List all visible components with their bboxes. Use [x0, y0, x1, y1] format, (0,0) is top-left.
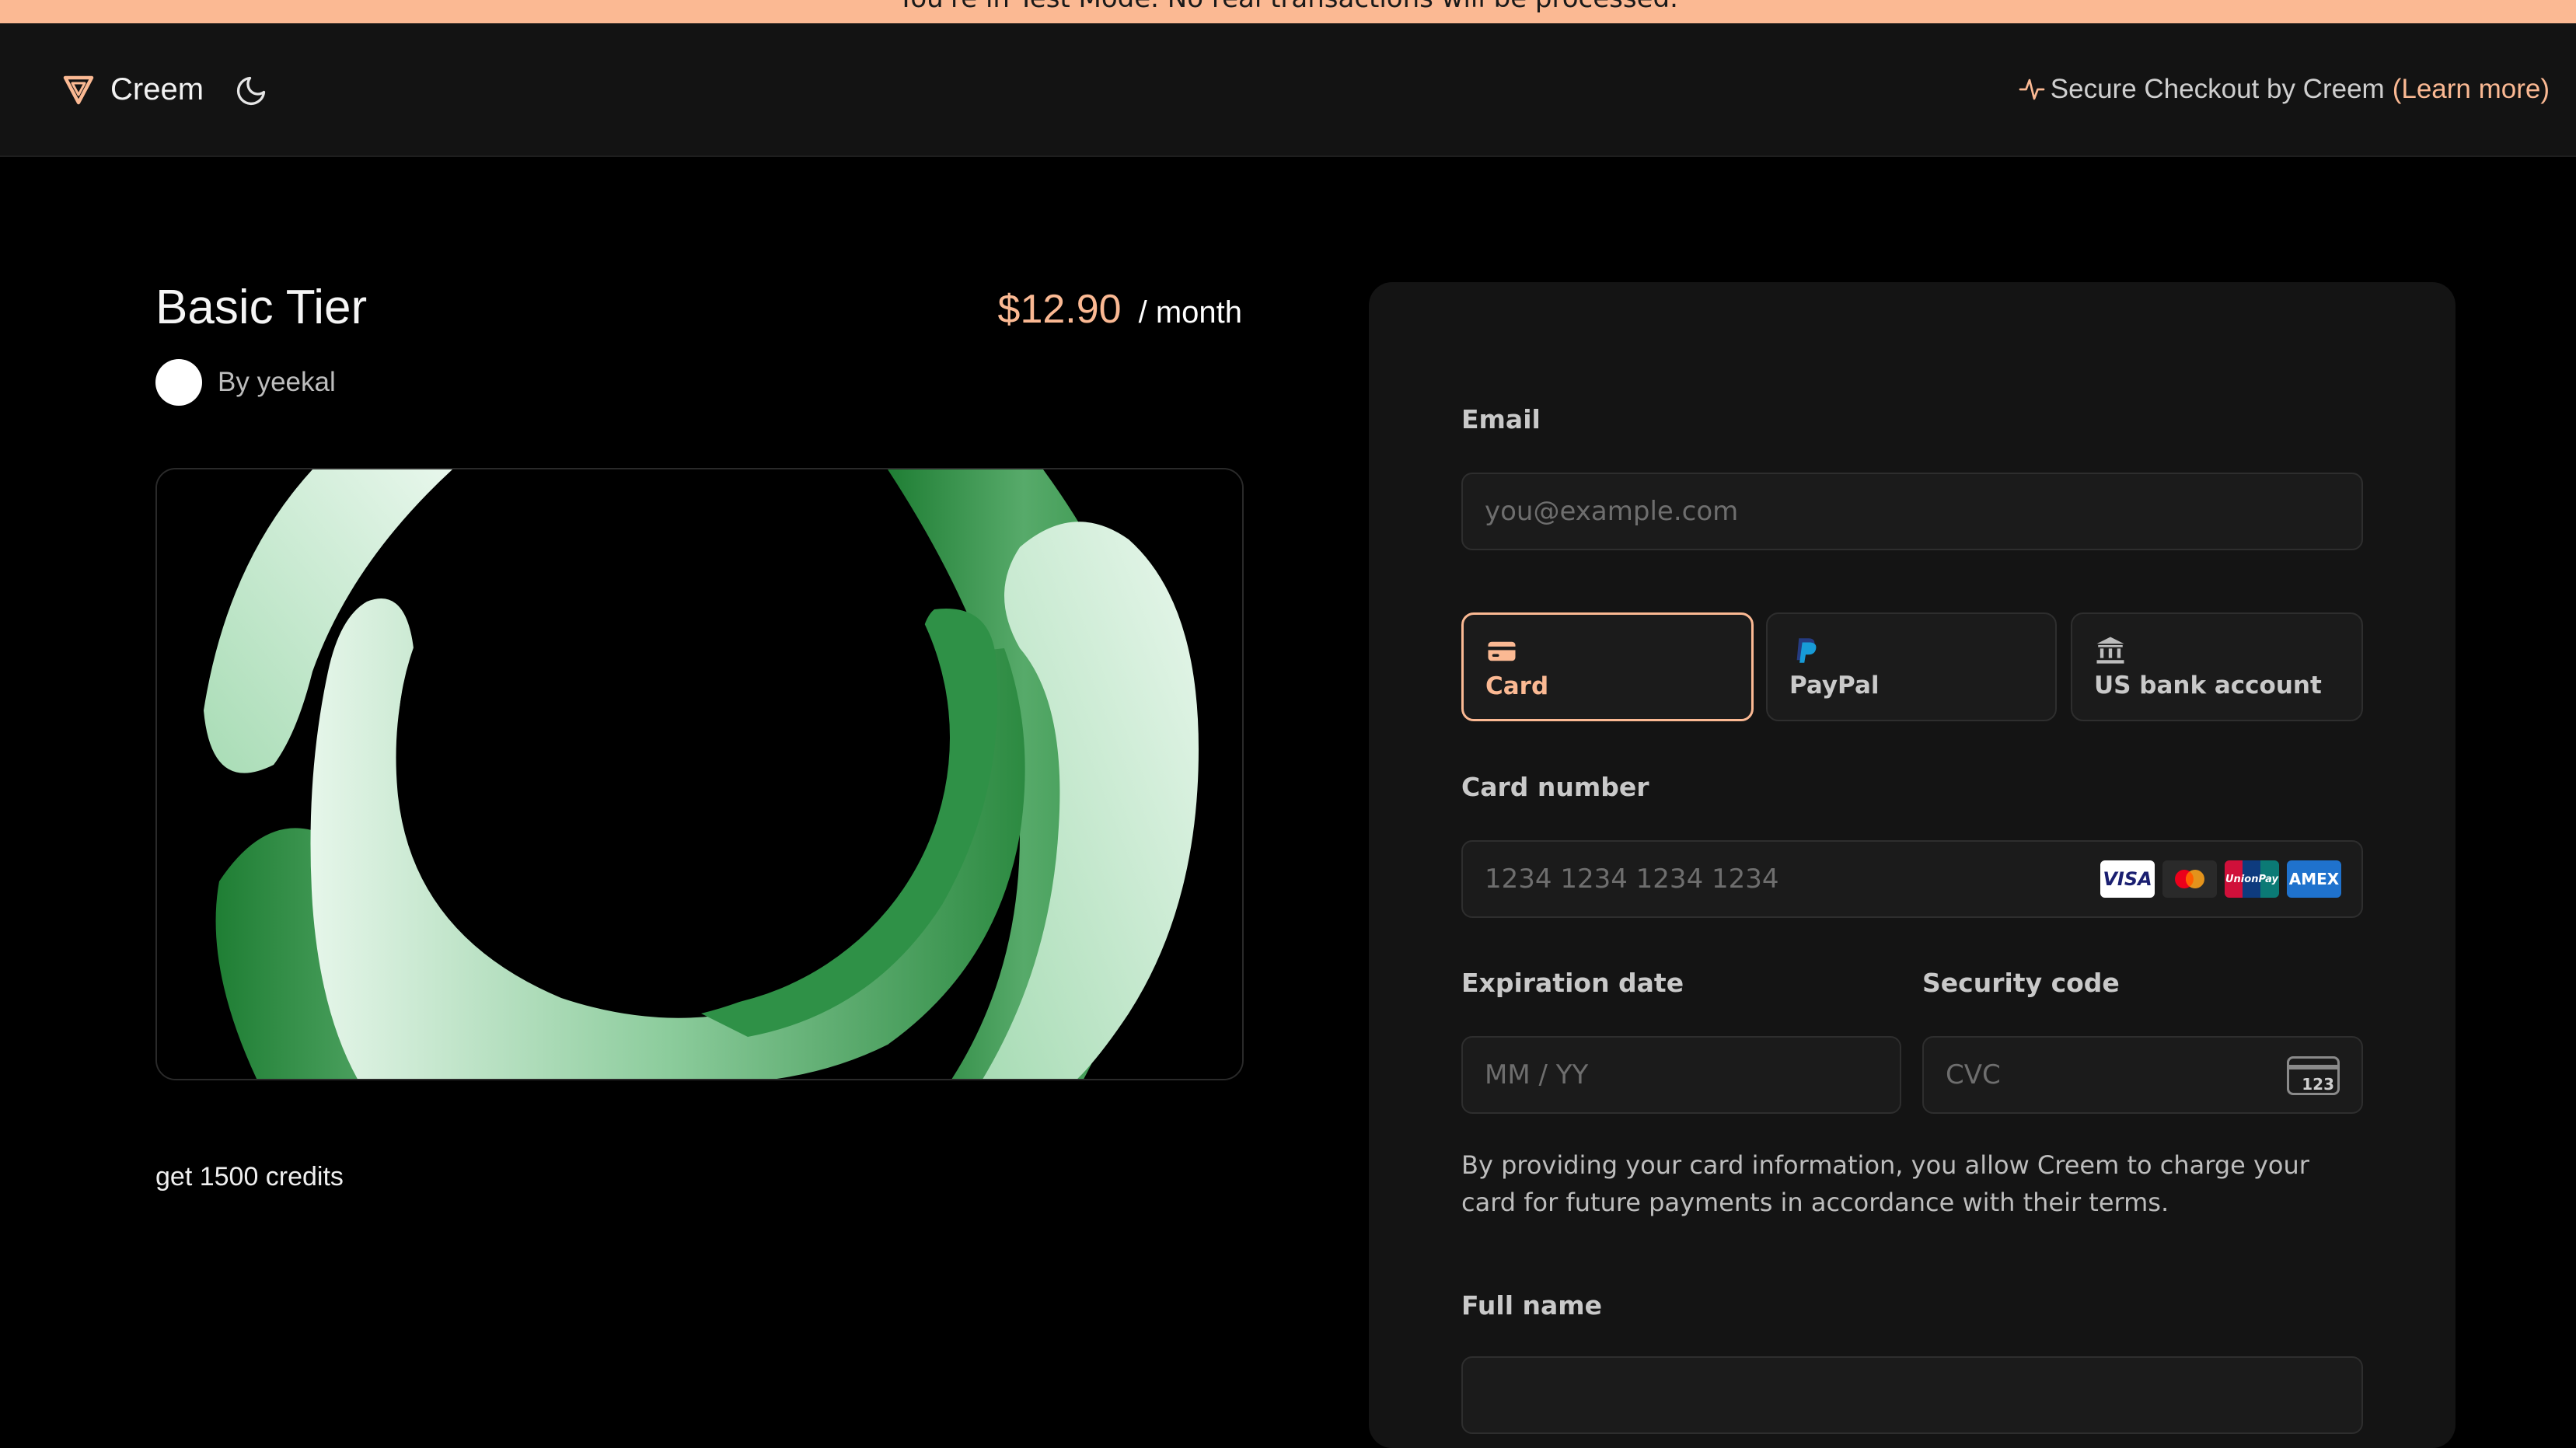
price: $12.90 / month: [998, 286, 1242, 333]
product-image: [155, 468, 1244, 1080]
visa-icon: VISA: [2100, 860, 2155, 898]
expiry-input[interactable]: MM / YY: [1461, 1036, 1901, 1114]
test-mode-text: You're in Test Mode. No real transaction…: [0, 0, 2576, 14]
full-name-label: Full name: [1461, 1290, 1603, 1321]
payment-method-card[interactable]: Card: [1461, 612, 1754, 721]
brand-name: Creem: [110, 72, 204, 106]
card-number-label: Card number: [1461, 772, 1649, 802]
bank-icon: [2096, 637, 2124, 664]
paypal-icon: [1796, 638, 1817, 663]
email-label: Email: [1461, 404, 1541, 434]
product-description: get 1500 credits: [155, 1162, 344, 1192]
product-artwork: [157, 469, 1242, 1079]
seller-name: By yeekal: [218, 367, 336, 397]
test-mode-banner: You're in Test Mode. No real transaction…: [0, 0, 2576, 23]
payment-method-card-label: Card: [1485, 672, 1549, 700]
seller: By yeekal: [155, 359, 336, 406]
moon-icon: [236, 76, 266, 106]
card-number-input[interactable]: 1234 1234 1234 1234 VISA UnionPay AMEX: [1461, 840, 2363, 918]
top-bar: Creem Secure Checkout by Creem (Learn mo…: [0, 23, 2576, 157]
payment-method-paypal-label: PayPal: [1789, 672, 1880, 700]
cvc-card-icon: 123: [2287, 1056, 2340, 1095]
cvc-placeholder: CVC: [1946, 1059, 2001, 1090]
secure-checkout: Secure Checkout by Creem (Learn more): [2018, 66, 2550, 113]
payment-method-bank-label: US bank account: [2094, 672, 2322, 700]
payment-method-bank[interactable]: US bank account: [2071, 612, 2363, 721]
card-number-placeholder: 1234 1234 1234 1234: [1485, 864, 1779, 895]
activity-icon: [2019, 79, 2045, 100]
price-period: / month: [1138, 295, 1242, 330]
product-title: Basic Tier: [155, 281, 368, 334]
cvc-label: Security code: [1922, 968, 2120, 998]
amex-icon: AMEX: [2287, 860, 2341, 898]
payment-method-paypal[interactable]: PayPal: [1766, 612, 2057, 721]
unionpay-icon: UnionPay: [2225, 860, 2279, 898]
creem-logo-icon: [63, 75, 94, 105]
brand[interactable]: Creem: [62, 66, 204, 113]
card-brands: VISA UnionPay AMEX: [2093, 860, 2341, 898]
card-consent-text: By providing your card information, you …: [1461, 1150, 2309, 1217]
email-input[interactable]: you@example.com: [1461, 473, 2363, 550]
email-placeholder: you@example.com: [1485, 496, 1739, 527]
expiry-label: Expiration date: [1461, 968, 1684, 998]
card-icon: [1488, 641, 1516, 661]
secure-checkout-text: Secure Checkout by Creem: [2050, 74, 2385, 104]
learn-more-link[interactable]: (Learn more): [2393, 74, 2550, 105]
theme-toggle-button[interactable]: [232, 72, 271, 110]
price-amount: $12.90: [997, 287, 1122, 332]
full-name-input[interactable]: [1461, 1356, 2363, 1434]
seller-avatar: [155, 359, 202, 406]
cvc-input[interactable]: CVC 123: [1922, 1036, 2363, 1114]
expiry-placeholder: MM / YY: [1485, 1059, 1589, 1090]
mastercard-icon: [2162, 860, 2217, 898]
